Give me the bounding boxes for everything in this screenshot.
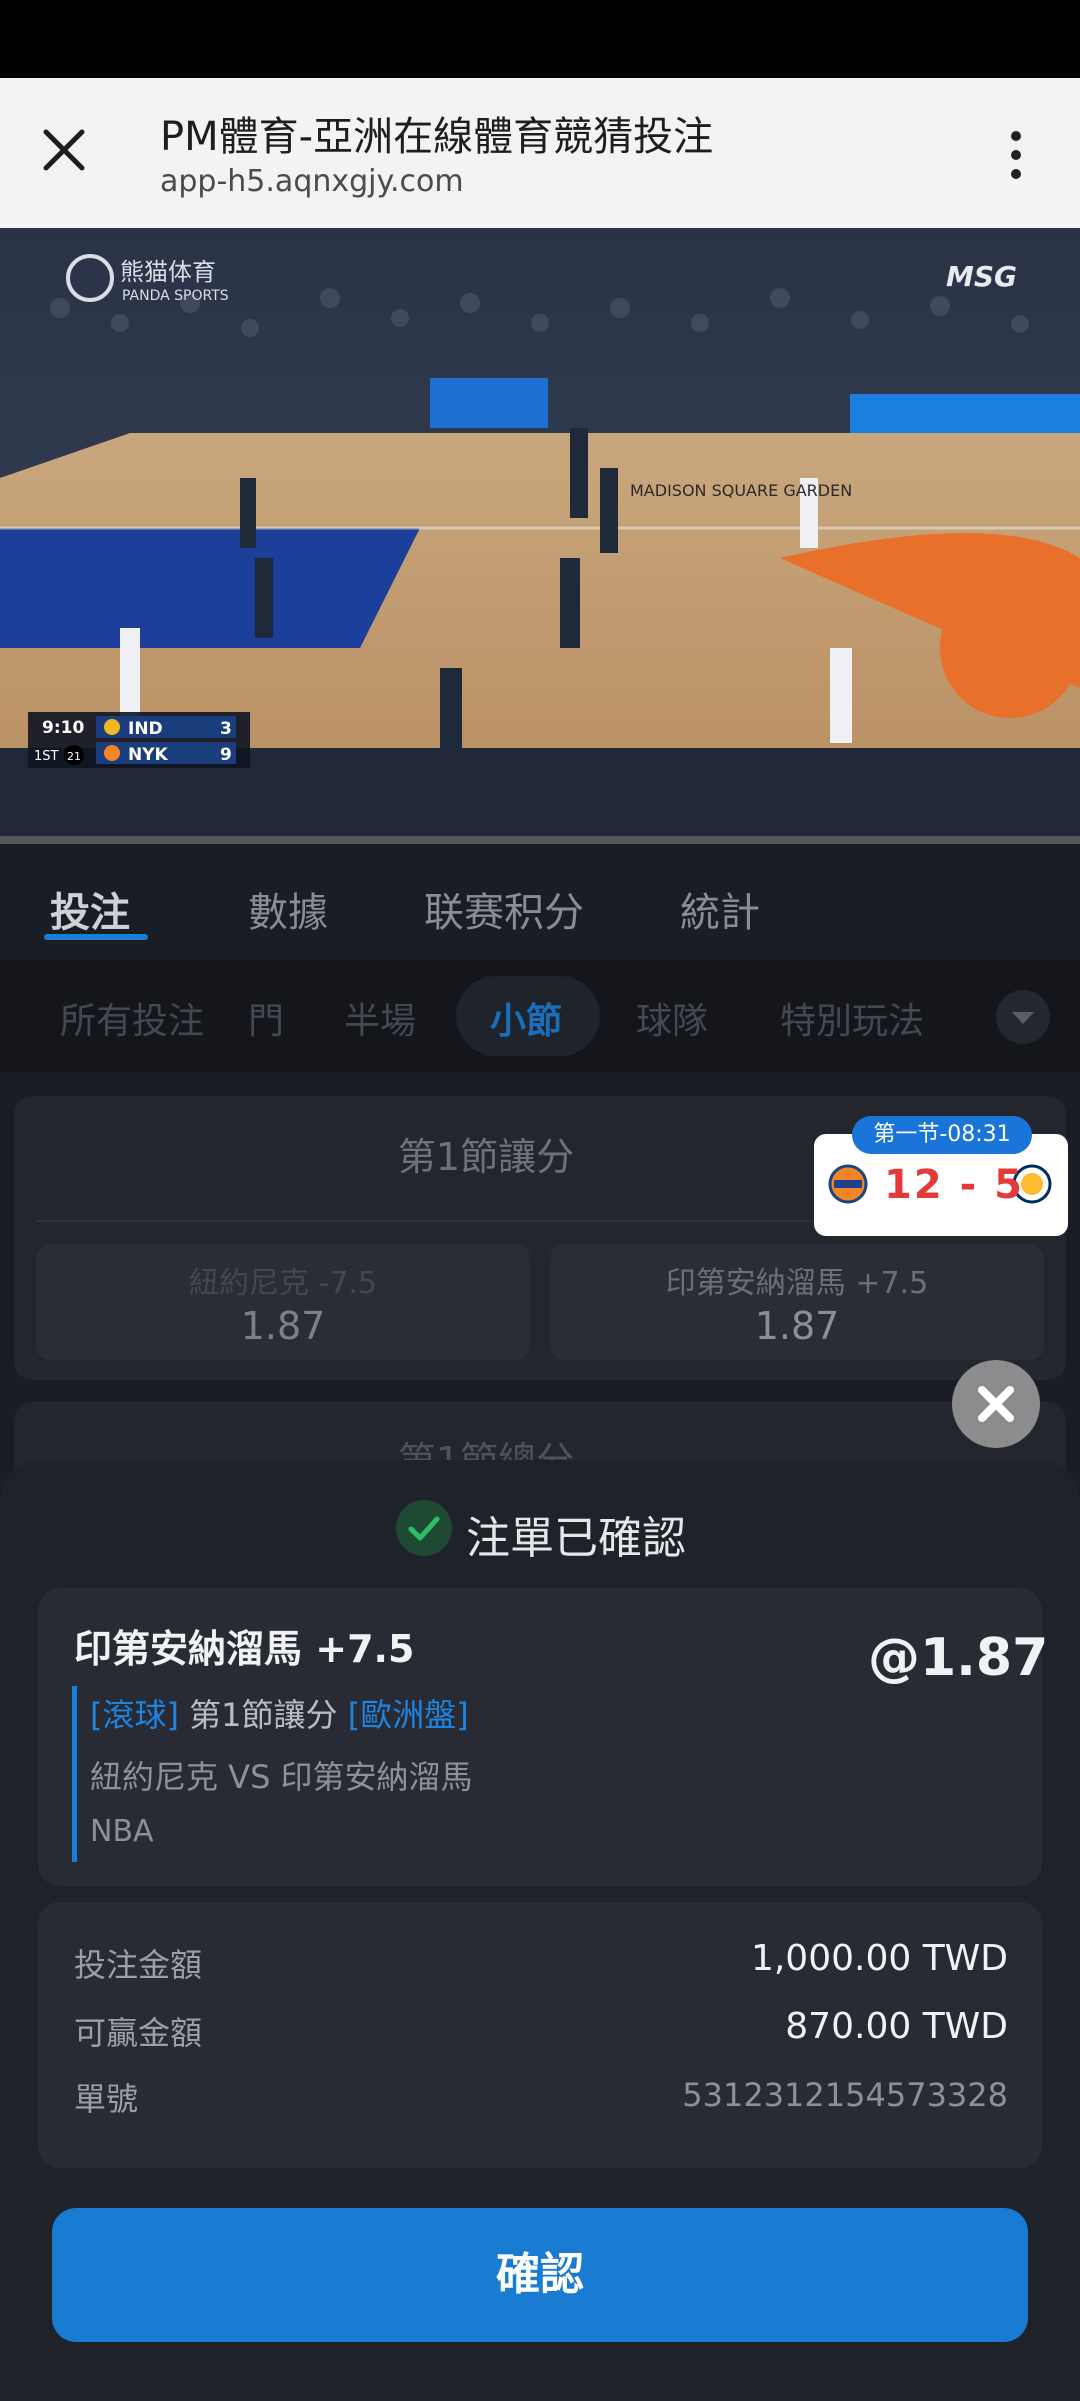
match-name: 紐約尼克 VS 印第安納溜馬 [90,1758,473,1796]
more-options-icon[interactable] [998,126,1034,186]
period-clock-badge: 第一节-08:31 [852,1116,1032,1154]
odds-button-away[interactable]: 印第安納溜馬 +7.5 1.87 [550,1244,1044,1360]
scorebug: 9:10 1ST 21 IND 3 NYK 9 [28,712,250,768]
market-filter-tabs: 所有投注 門 半場 小節 球隊 特別玩法 [0,960,1080,1072]
filter-all[interactable]: 所有投注 [60,992,204,1044]
browser-toolbar: PM體育-亞洲在線體育競猜投注 app-h5.aqnxgjy.com [0,78,1080,228]
page-title: PM體育-亞洲在線體育競猜投注 [160,114,714,160]
check-icon [396,1500,452,1556]
game-clock: 9:10 [42,718,84,738]
active-tab-indicator [44,934,148,940]
tab-data[interactable]: 數據 [248,880,328,938]
filter-quarter[interactable]: 小節 [490,992,562,1044]
tab-bet[interactable]: 投注 [50,880,130,938]
filter-team[interactable]: 球隊 [636,992,708,1044]
live-score: 12 - 5 [884,1162,1024,1208]
stake-value: 1,000.00 TWD [750,1938,1008,1979]
team2-score: 9 [220,745,232,765]
odds-label: 印第安納溜馬 +7.5 [665,1266,929,1301]
odds-value: 1.87 [754,1304,840,1348]
video-progress-bar[interactable] [0,836,1080,844]
watermark-en: PANDA SPORTS [122,288,229,304]
close-widget-button[interactable] [952,1360,1040,1448]
tab-standings[interactable]: 联赛积分 [424,880,584,938]
accent-bar [72,1686,77,1862]
watermark-cn: 熊猫体育 [120,258,216,286]
sheet-title: 注單已確認 [466,1513,686,1564]
bet-selection: 印第安納溜馬 +7.5 [74,1627,415,1671]
team1-abbr: IND [128,719,163,739]
win-label: 可贏金額 [74,2014,203,2052]
live-tag: [滾球] [90,1696,179,1734]
filter-special[interactable]: 特別玩法 [780,992,924,1044]
filter-half[interactable]: 半場 [344,992,416,1044]
live-video[interactable]: 熊猫体育 PANDA SPORTS MSG MADISON SQUARE GAR… [0,228,1080,843]
stake-label: 投注金額 [74,1946,203,1984]
arena-text: MADISON SQUARE GARDEN [630,481,852,500]
confirm-button[interactable]: 確認 [52,2208,1028,2342]
odds-label: 紐約尼克 -7.5 [188,1266,378,1301]
market-name: 第1節讓分 [189,1696,338,1734]
bet-confirmation-sheet: 注單已確認 印第安納溜馬 +7.5 @1.87 [滾球] 第1節讓分 [歐洲盤]… [0,1460,1080,2401]
ticket-number: 5312312154573328 [682,2076,1008,2114]
knicks-logo-icon [828,1164,868,1204]
win-value: 870.00 TWD [785,2006,1008,2047]
shot-clock: 21 [67,750,81,763]
tab-stats[interactable]: 統計 [680,880,760,938]
league-name: NBA [90,1814,154,1849]
odds-type-tag: [歐洲盤] [347,1696,469,1734]
game-period: 1ST [34,749,59,764]
bet-slip-card: 印第安納溜馬 +7.5 @1.87 [滾球] 第1節讓分 [歐洲盤] 紐約尼克 … [38,1588,1049,1886]
chevron-down-icon[interactable] [996,990,1050,1044]
filter-partial[interactable]: 門 [248,992,284,1044]
network-logo: MSG [946,260,1017,293]
bet-info-card: 投注金額 1,000.00 TWD 可贏金額 870.00 TWD 單號 531… [38,1902,1042,2168]
page-url: app-h5.aqnxgjy.com [160,164,464,199]
bet-odds: @1.87 [868,1628,1049,1688]
status-bar [0,0,1080,78]
close-icon[interactable] [36,122,92,178]
team2-abbr: NYK [128,745,169,765]
bet-market-line: [滾球] 第1節讓分 [歐洲盤] [90,1690,469,1736]
odds-button-home[interactable]: 紐約尼克 -7.5 1.87 [36,1244,530,1360]
odds-value: 1.87 [240,1304,326,1348]
team1-score: 3 [220,719,232,739]
main-tabs: 投注 數據 联赛积分 統計 [0,844,1080,960]
ticket-label: 單號 [74,2080,139,2118]
